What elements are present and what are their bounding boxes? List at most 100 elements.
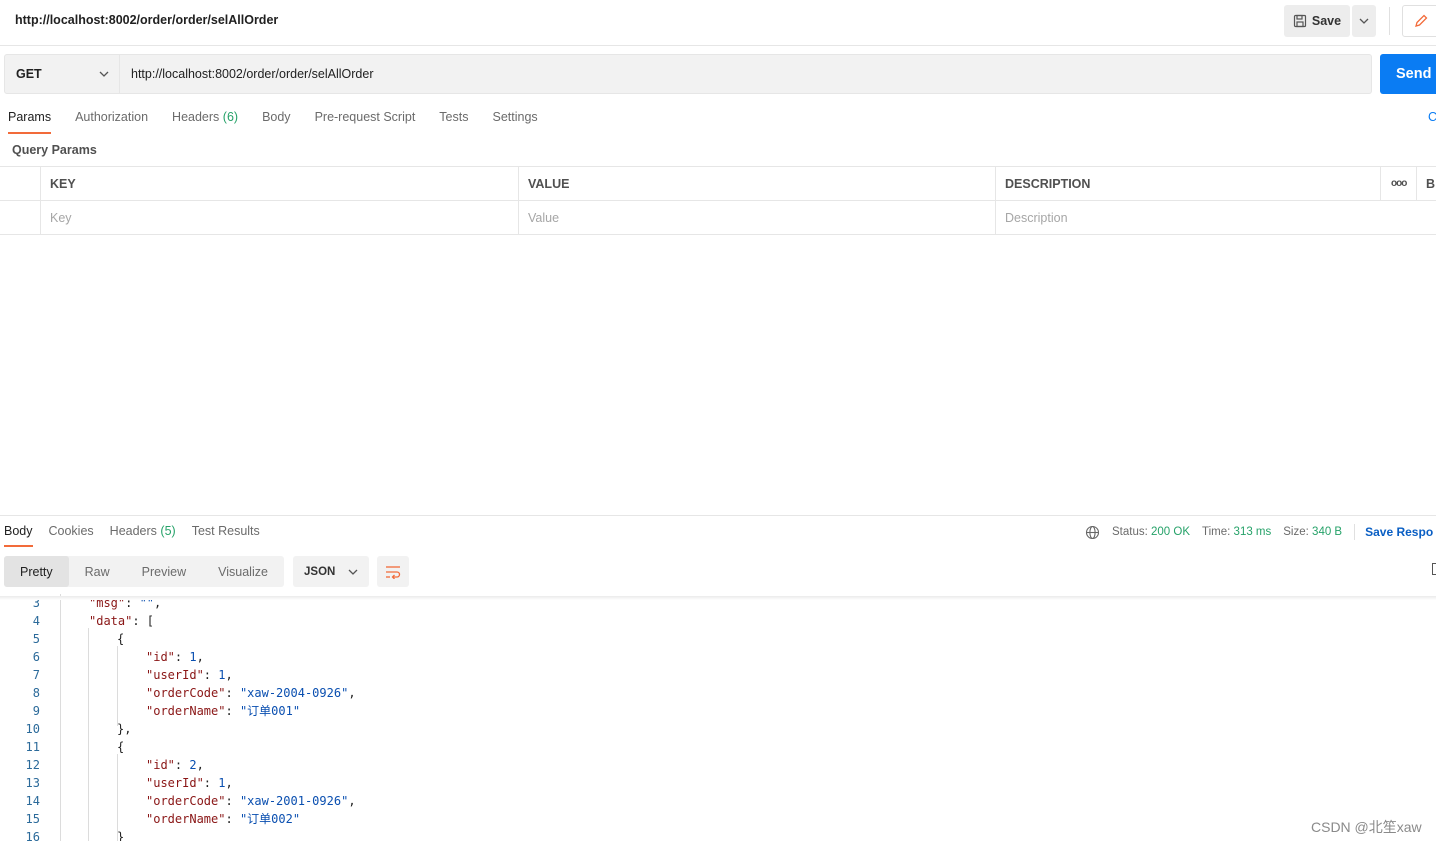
code-token: : <box>174 650 190 664</box>
code-token: : <box>225 704 240 718</box>
query-params-table: KEY VALUE DESCRIPTION ooo B Key Value De… <box>0 166 1436 235</box>
response-body-code[interactable]: 3 "msg": "", 4 "data": [5{6 "id": 1, 7 "userId… <box>0 594 1436 841</box>
code-token: : [ <box>132 614 155 628</box>
code-line: 15 "orderName": "订单002" <box>0 810 1436 828</box>
code-token: } <box>117 830 125 841</box>
code-token: : <box>203 776 219 790</box>
key-input[interactable]: Key <box>40 201 518 234</box>
save-icon <box>1293 14 1306 28</box>
response-tab-test-results[interactable]: Test Results <box>192 524 260 547</box>
size-info: Size: 340 B <box>1283 526 1342 538</box>
save-response-button[interactable]: Save Respo <box>1365 525 1433 539</box>
request-tabs: Params Authorization Headers (6) Body Pr… <box>8 110 562 134</box>
row-checkbox[interactable] <box>0 201 40 234</box>
code-token: "userId" <box>146 668 204 682</box>
response-tab-headers[interactable]: Headers (5) <box>110 524 176 547</box>
cookies-link[interactable]: C <box>1428 110 1436 124</box>
code-token: "userId" <box>146 776 204 790</box>
line-number: 9 <box>32 704 40 718</box>
view-visualize-button[interactable]: Visualize <box>202 556 284 587</box>
line-number: 8 <box>32 686 40 700</box>
query-params-title: Query Params <box>12 143 97 157</box>
format-select[interactable]: JSON <box>293 556 369 587</box>
time-info: Time: 313 ms <box>1202 526 1271 538</box>
key-column-header: KEY <box>40 167 518 200</box>
response-tab-body[interactable]: Body <box>4 524 33 547</box>
code-token: "id" <box>146 650 175 664</box>
save-options-button[interactable] <box>1352 5 1376 37</box>
edit-button[interactable] <box>1402 5 1436 37</box>
value-column-header: VALUE <box>518 167 995 200</box>
description-input[interactable]: Description <box>995 201 1436 234</box>
code-token: , <box>225 668 233 682</box>
view-preview-button[interactable]: Preview <box>126 556 202 587</box>
tab-body[interactable]: Body <box>262 110 291 134</box>
status-label: Status: <box>1112 526 1148 538</box>
indent-guide <box>88 628 89 841</box>
save-button[interactable]: Save <box>1284 5 1350 37</box>
more-options-button[interactable]: ooo <box>1380 167 1416 200</box>
time-value[interactable]: 313 ms <box>1234 526 1272 538</box>
response-view-toggle: Pretty Raw Preview Visualize <box>4 556 284 587</box>
code-token: 2 <box>189 758 197 772</box>
chevron-down-icon <box>1359 18 1369 24</box>
code-token: "订单001" <box>239 704 301 718</box>
code-token: }, <box>117 722 132 736</box>
size-value[interactable]: 340 B <box>1312 526 1342 538</box>
code-token: , <box>196 650 204 664</box>
status-value[interactable]: 200 OK <box>1151 526 1190 538</box>
tab-authorization[interactable]: Authorization <box>75 110 148 134</box>
code-token: 1 <box>189 650 197 664</box>
tab-tests[interactable]: Tests <box>439 110 468 134</box>
line-number: 4 <box>32 614 40 628</box>
code-text: { <box>117 738 124 756</box>
response-tab-cookies[interactable]: Cookies <box>49 524 94 547</box>
bulk-edit-button[interactable]: B <box>1416 167 1436 200</box>
code-token: "orderName" <box>146 704 226 718</box>
tab-params[interactable]: Params <box>8 110 52 134</box>
value-input[interactable]: Value <box>518 201 995 234</box>
send-button[interactable]: Send <box>1380 54 1436 94</box>
tab-prerequest-script[interactable]: Pre-request Script <box>315 110 416 134</box>
url-input[interactable]: http://localhost:8002/order/order/selAll… <box>120 54 1372 94</box>
code-text: }, <box>117 720 131 738</box>
code-line: 7 "userId": 1, <box>0 666 1436 684</box>
indent-guide <box>117 646 118 726</box>
view-pretty-button[interactable]: Pretty <box>4 556 69 587</box>
wrap-lines-button[interactable] <box>377 556 409 587</box>
line-number: 6 <box>32 650 40 664</box>
code-text: } <box>117 828 124 841</box>
code-token: "orderCode" <box>146 686 226 700</box>
method-label: GET <box>16 67 42 81</box>
code-line: 4 "data": [ <box>0 612 1436 630</box>
line-number: 12 <box>25 758 40 772</box>
code-line: 12 "id": 2, <box>0 756 1436 774</box>
chevron-down-icon <box>348 569 358 575</box>
tab-headers[interactable]: Headers (6) <box>172 110 238 134</box>
globe-icon[interactable] <box>1085 525 1100 540</box>
code-token: , <box>196 758 204 772</box>
description-column-header: DESCRIPTION <box>995 167 1380 200</box>
code-text: "orderCode": "xaw-2001-0926", <box>146 792 356 810</box>
response-headers-label: Headers <box>109 524 157 538</box>
request-title[interactable]: http://localhost:8002/order/order/selAll… <box>15 13 278 27</box>
code-token: "xaw-2001-0926" <box>239 794 349 808</box>
tab-settings[interactable]: Settings <box>492 110 537 134</box>
method-select[interactable]: GET <box>4 54 120 94</box>
line-number: 5 <box>32 632 40 646</box>
code-token: : <box>225 794 240 808</box>
headers-count: (6) <box>222 110 239 124</box>
code-token: "订单002" <box>239 812 301 826</box>
code-text: { <box>117 630 124 648</box>
copy-icon[interactable] <box>1432 563 1436 575</box>
request-header-bar: http://localhost:8002/order/order/selAll… <box>0 0 1436 46</box>
view-raw-button[interactable]: Raw <box>69 556 126 587</box>
code-line: 10}, <box>0 720 1436 738</box>
code-token: "orderCode" <box>146 794 226 808</box>
code-text: "id": 2, <box>146 756 204 774</box>
wrap-icon <box>386 565 401 579</box>
response-divider[interactable] <box>0 515 1436 516</box>
code-token: "orderName" <box>146 812 226 826</box>
code-line: 11 { <box>0 738 1436 756</box>
divider <box>1389 7 1390 35</box>
